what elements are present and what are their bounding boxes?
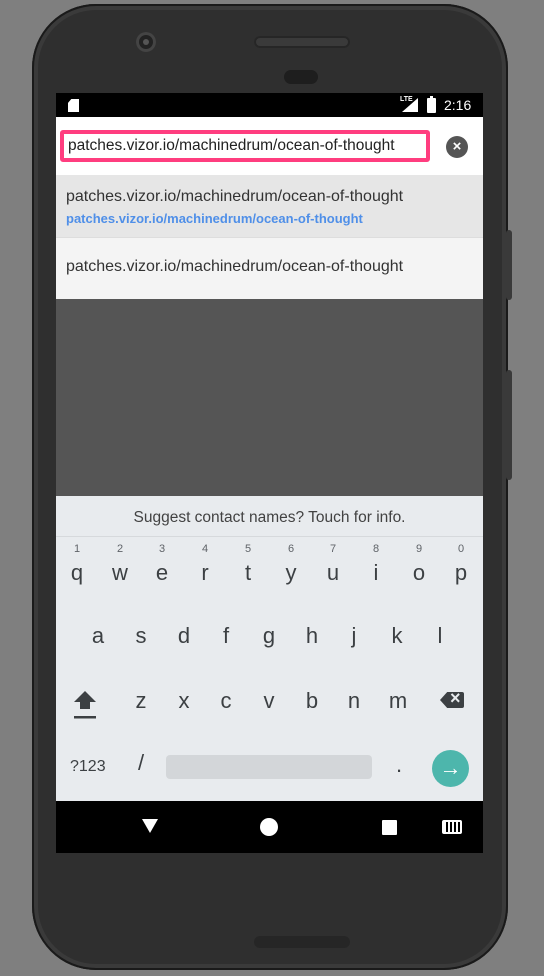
key-hint: 2 — [116, 543, 124, 555]
url-bar: × — [56, 117, 483, 175]
network-type: LTE — [400, 96, 413, 103]
url-input[interactable] — [60, 130, 430, 162]
proximity-sensor — [284, 70, 318, 84]
key-g[interactable]: g — [258, 623, 280, 649]
key-r[interactable]: 4r — [194, 543, 216, 586]
key-hint: 7 — [329, 543, 337, 555]
key-hint: 5 — [244, 543, 252, 555]
key-d[interactable]: d — [173, 623, 195, 649]
key-h[interactable]: h — [301, 623, 323, 649]
home-icon[interactable] — [260, 818, 278, 836]
suggestion-title: patches.vizor.io/machinedrum/ocean-of-th… — [66, 188, 404, 205]
suggestion-title: patches.vizor.io/machinedrum/ocean-of-th… — [66, 258, 404, 275]
key-hint: 4 — [201, 543, 209, 555]
earpiece-speaker — [254, 36, 350, 48]
key-j[interactable]: j — [343, 623, 365, 649]
key-label: q — [70, 560, 84, 585]
symbols-key[interactable]: ?123 — [70, 758, 106, 776]
key-label: p — [454, 560, 468, 585]
key-label: r — [201, 560, 209, 585]
go-button[interactable]: → — [432, 750, 469, 787]
key-l[interactable]: l — [429, 623, 451, 649]
sd-card-icon — [68, 99, 79, 112]
suggestion-item[interactable]: patches.vizor.io/machinedrum/ocean-of-th… — [56, 175, 483, 237]
suggestion-url: patches.vizor.io/machinedrum/ocean-of-th… — [66, 211, 363, 226]
key-label: o — [412, 560, 426, 585]
key-v[interactable]: v — [258, 688, 280, 714]
key-i[interactable]: 8i — [365, 543, 387, 586]
key-w[interactable]: 2w — [109, 543, 131, 586]
key-hint: 9 — [415, 543, 423, 555]
status-bar: LTE 2:16 — [56, 93, 483, 117]
front-camera — [136, 32, 156, 52]
key-n[interactable]: n — [343, 688, 365, 714]
clock: 2:16 — [444, 97, 472, 113]
key-p[interactable]: 0p — [450, 543, 472, 586]
key-u[interactable]: 7u — [322, 543, 344, 586]
key-c[interactable]: c — [215, 688, 237, 714]
backspace-icon[interactable] — [440, 692, 464, 708]
key-hint: 8 — [372, 543, 380, 555]
close-circle-icon[interactable]: × — [446, 136, 468, 158]
key-e[interactable]: 3e — [151, 543, 173, 586]
volume-button — [506, 230, 512, 300]
keyboard-icon[interactable] — [442, 820, 462, 834]
key-a[interactable]: a — [87, 623, 109, 649]
key-s[interactable]: s — [130, 623, 152, 649]
key-b[interactable]: b — [301, 688, 323, 714]
key-k[interactable]: k — [386, 623, 408, 649]
key-label: u — [326, 560, 340, 585]
key-hint: 0 — [457, 543, 465, 555]
screen: LTE 2:16 × patches.vizor.io/machinedrum/… — [56, 93, 483, 853]
key-label: t — [244, 560, 252, 585]
key-label: y — [285, 560, 297, 585]
key-f[interactable]: f — [215, 623, 237, 649]
key-label: i — [373, 560, 379, 585]
keyboard-suggestion-strip[interactable]: Suggest contact names? Touch for info. — [56, 496, 483, 537]
slash-key[interactable]: / — [134, 750, 148, 776]
key-y[interactable]: 6y — [280, 543, 302, 586]
key-label: w — [112, 560, 128, 585]
key-x[interactable]: x — [173, 688, 195, 714]
soft-keyboard: Suggest contact names? Touch for info. 1… — [56, 496, 483, 801]
suggestion-item[interactable]: patches.vizor.io/machinedrum/ocean-of-th… — [56, 237, 483, 299]
space-bar[interactable] — [166, 755, 372, 779]
arrow-right-icon: → — [439, 755, 462, 780]
key-z[interactable]: z — [130, 688, 152, 714]
key-hint: 1 — [73, 543, 81, 555]
power-button — [506, 370, 512, 480]
key-o[interactable]: 9o — [408, 543, 430, 586]
key-t[interactable]: 5t — [237, 543, 259, 586]
bottom-speaker — [254, 936, 350, 948]
recents-icon[interactable] — [382, 820, 397, 835]
battery-icon — [427, 96, 436, 113]
key-m[interactable]: m — [386, 688, 410, 714]
key-hint: 6 — [287, 543, 295, 555]
navigation-bar — [56, 801, 483, 853]
key-hint: 3 — [158, 543, 166, 555]
back-icon[interactable] — [142, 819, 158, 833]
period-key[interactable]: . — [392, 752, 406, 778]
key-label: e — [155, 560, 169, 585]
shift-icon[interactable] — [74, 690, 96, 720]
key-q[interactable]: 1q — [66, 543, 88, 586]
